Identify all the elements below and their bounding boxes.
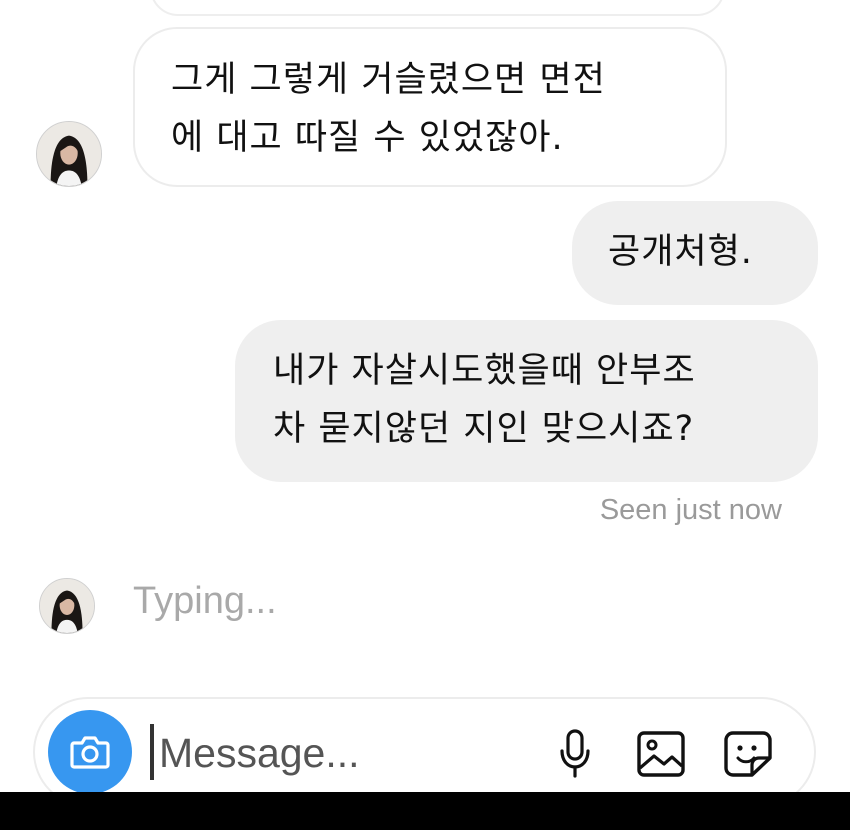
chat-screen: 그게 그렇게 거슬렸으면 면전 에 대고 따질 수 있었잖아. 공개처형. 내가… xyxy=(0,0,850,792)
seen-status: Seen just now xyxy=(599,494,782,526)
camera-icon xyxy=(70,736,110,769)
message-text-line: 에 대고 따질 수 있었잖아. xyxy=(171,118,564,158)
contact-avatar[interactable] xyxy=(36,121,102,187)
microphone-button[interactable] xyxy=(547,724,603,784)
outgoing-message-bubble[interactable]: 내가 자살시도했을때 안부조 차 묻지않던 지인 맞으시죠? xyxy=(235,320,818,482)
message-text-line: 차 묻지않던 지인 맞으시죠? xyxy=(273,409,695,449)
outgoing-message-bubble[interactable]: 공개처형. xyxy=(572,201,818,305)
message-input[interactable] xyxy=(159,723,539,783)
avatar-image xyxy=(37,122,101,186)
previous-message-bubble xyxy=(150,0,725,16)
avatar-image xyxy=(40,579,94,633)
message-composer xyxy=(33,697,816,792)
camera-button[interactable] xyxy=(48,710,132,792)
message-text-line: 그게 그렇게 거슬렸으면 면전 xyxy=(171,60,606,100)
sticker-icon xyxy=(724,731,772,777)
typing-indicator: Typing... xyxy=(133,580,277,622)
message-text-line: 내가 자살시도했을때 안부조 xyxy=(273,351,696,391)
contact-avatar[interactable] xyxy=(39,578,95,634)
microphone-icon xyxy=(560,729,590,778)
message-text-line: 공개처형. xyxy=(608,232,753,272)
text-cursor xyxy=(150,724,154,780)
gallery-button[interactable] xyxy=(633,724,689,784)
gallery-icon xyxy=(637,731,685,777)
sticker-button[interactable] xyxy=(720,724,776,784)
incoming-message-bubble[interactable]: 그게 그렇게 거슬렸으면 면전 에 대고 따질 수 있었잖아. xyxy=(133,27,727,187)
